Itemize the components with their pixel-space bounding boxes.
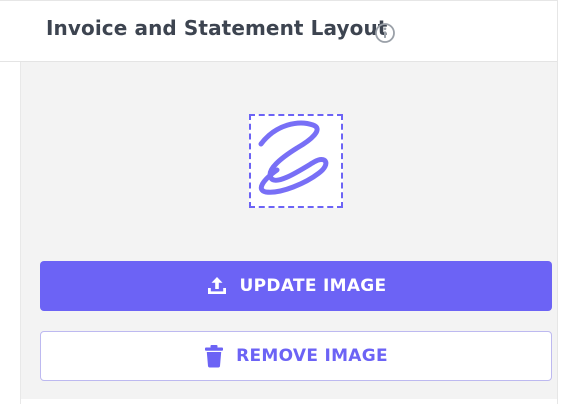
image-preview[interactable] bbox=[249, 114, 343, 208]
update-image-button[interactable]: UPDATE IMAGE bbox=[40, 261, 552, 311]
section-header: Invoice and Statement Layout bbox=[0, 1, 557, 62]
remove-image-label: REMOVE IMAGE bbox=[236, 346, 388, 366]
info-icon[interactable] bbox=[374, 22, 396, 44]
upload-icon bbox=[206, 275, 228, 297]
page-title: Invoice and Statement Layout bbox=[46, 16, 388, 40]
trash-icon bbox=[204, 344, 224, 368]
left-gutter bbox=[0, 62, 20, 404]
right-divider bbox=[557, 0, 558, 404]
remove-image-button[interactable]: REMOVE IMAGE bbox=[40, 331, 552, 381]
signature-scribble-image bbox=[258, 120, 329, 195]
invoice-layout-window: Invoice and Statement Layout UPDATE IMAG… bbox=[0, 0, 562, 404]
update-image-label: UPDATE IMAGE bbox=[239, 276, 387, 296]
